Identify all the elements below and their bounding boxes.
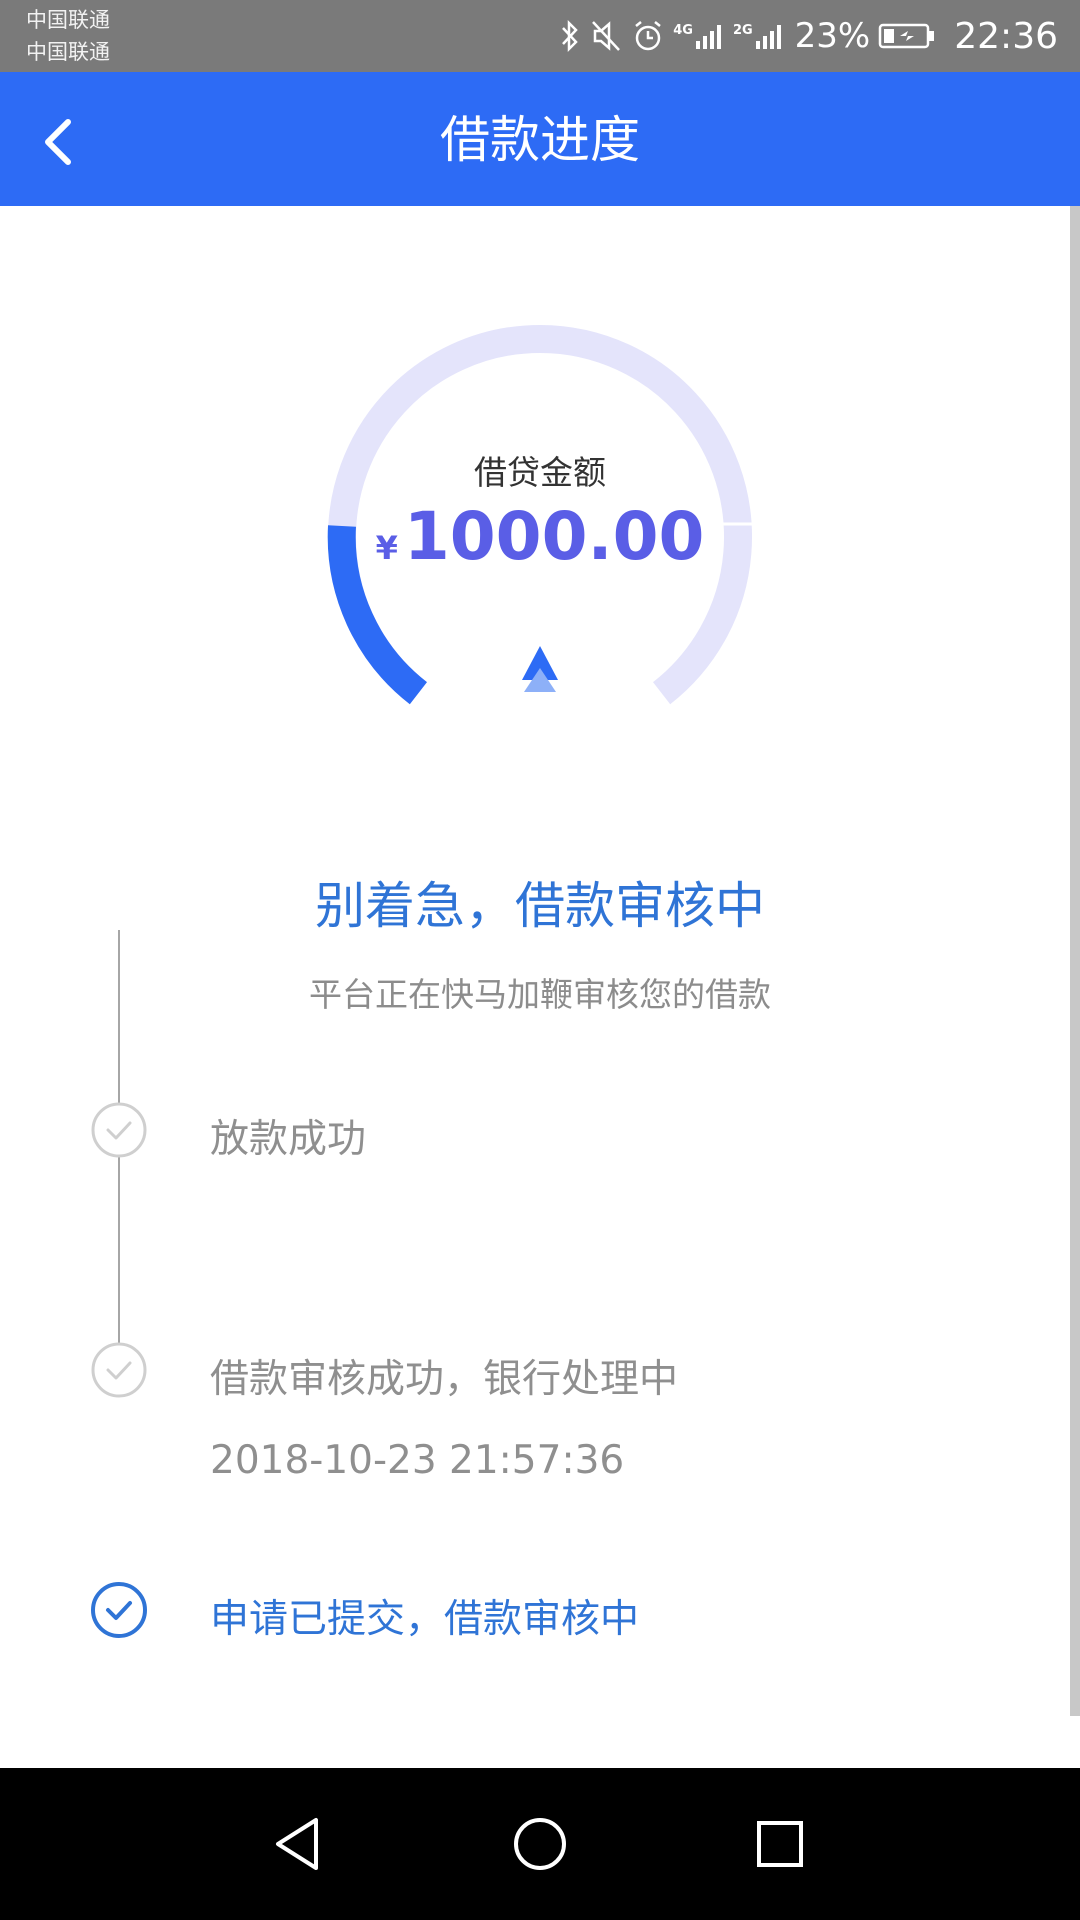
step-label-approved: 借款审核成功，银行处理中: [210, 1357, 679, 1402]
status-headline: 别着急，借款审核中: [315, 877, 765, 935]
mute-icon: [589, 18, 623, 54]
title-bar: 借款进度: [0, 72, 1080, 206]
nav-back-button[interactable]: [264, 1808, 336, 1880]
step-check-icon: [90, 1341, 148, 1399]
signal-2g-icon: 2G: [733, 21, 785, 51]
step-label-disbursed: 放款成功: [210, 1117, 367, 1162]
amount-value: 1000.00: [403, 498, 705, 575]
step-check-icon: [90, 1101, 148, 1159]
signal-4g-icon: 4G: [673, 21, 725, 51]
nav-recents-button[interactable]: [744, 1808, 816, 1880]
carrier-2: 中国联通: [26, 40, 110, 64]
carrier-1: 中国联通: [26, 8, 110, 32]
home-circle-icon: [514, 1818, 566, 1870]
gauge-pointer-icon: [522, 646, 558, 692]
page-title: 借款进度: [440, 111, 640, 169]
status-bar: 中国联通 中国联通 4G 2G 23% 22:36: [0, 0, 1080, 72]
status-icons: 4G 2G 23% 22:36: [559, 0, 1058, 72]
gauge-label: 借贷金额: [474, 453, 606, 492]
bluetooth-icon: [559, 18, 581, 54]
status-subline: 平台正在快马加鞭审核您的借款: [309, 975, 771, 1014]
step-current-check-icon: [90, 1581, 148, 1639]
back-triangle-icon: [276, 1818, 318, 1870]
clock: 22:36: [954, 15, 1058, 57]
step-timestamp: 2018-10-23 21:57:36: [210, 1438, 625, 1483]
nav-home-button[interactable]: [504, 1808, 576, 1880]
network-label-2: 2G: [732, 23, 753, 38]
network-label-1: 4G: [673, 23, 693, 38]
currency-symbol: ¥: [375, 529, 398, 567]
battery-percent: 23%: [794, 16, 871, 56]
main-content: 借贷金额 ¥1000.00 别着急，借款审核中 平台正在快马加鞭审核您的借款: [0, 206, 1080, 1768]
scrollbar[interactable]: [1070, 206, 1080, 1716]
loan-amount: ¥1000.00: [0, 498, 1080, 575]
recents-square-icon: [757, 1821, 803, 1867]
battery-icon: [878, 21, 936, 51]
system-nav-bar: [0, 1768, 1080, 1920]
step-label-submitted: 申请已提交，借款审核中: [210, 1597, 640, 1642]
alarm-icon: [631, 18, 665, 54]
